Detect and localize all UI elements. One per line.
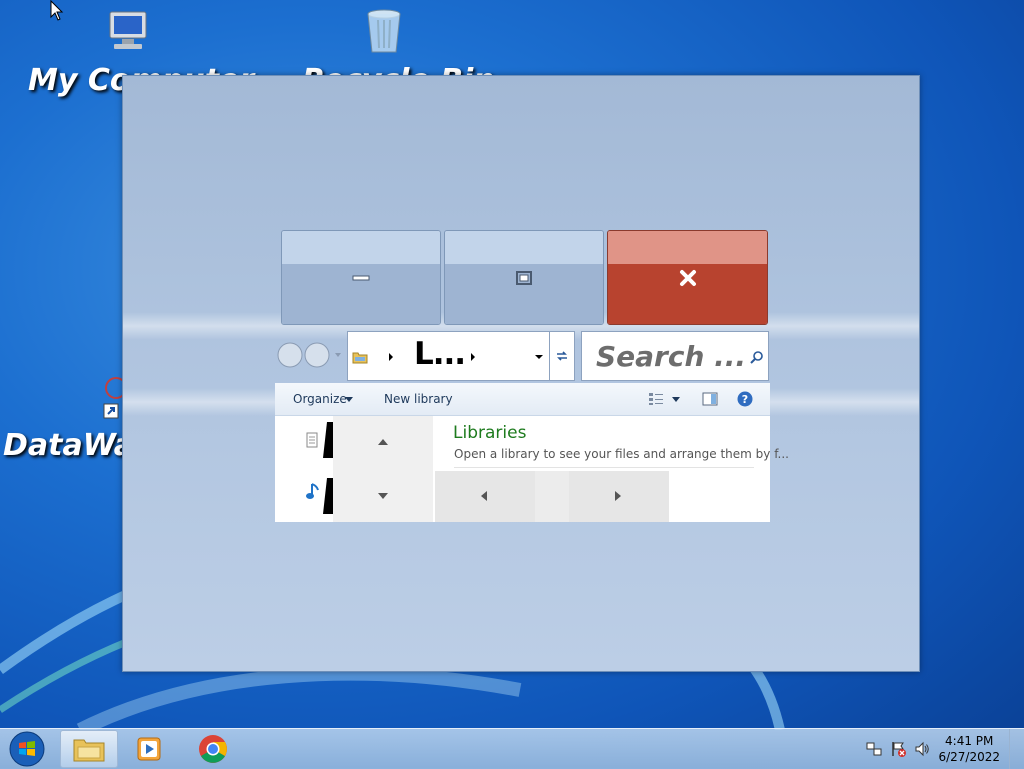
clock-date: 6/27/2022 [938,750,1000,764]
show-desktop-button[interactable] [1009,729,1024,769]
search-input[interactable]: Search ... [596,340,746,373]
forward-arrow-icon [304,342,330,368]
desktop-label-datawa: DataWa [3,428,135,463]
volume-tray-icon[interactable] [914,741,930,757]
chrome-icon [199,735,227,763]
recycle-bin-icon [367,9,401,53]
taskbar-explorer[interactable] [60,730,118,768]
computer-icon [109,11,147,49]
scroll-thumb[interactable] [535,471,569,522]
clock[interactable]: 4:41 PM 6/27/2022 [938,733,1000,765]
new-library-button[interactable]: New library [384,392,453,406]
explorer-window[interactable]: L... Search ... Organize New library ? L… [122,75,920,672]
address-dropdown-icon[interactable] [534,354,544,360]
preview-pane-icon[interactable] [702,392,718,406]
minimize-button[interactable] [281,230,441,325]
svg-text:?: ? [742,393,748,406]
content-pane: Libraries Open a library to see your fil… [275,416,789,522]
truncated-nav-item[interactable] [323,478,333,514]
taskbar-chrome[interactable] [192,730,234,768]
back-forward-buttons[interactable] [277,342,347,370]
command-toolbar: Organize New library ? [275,383,770,416]
music-library-icon [306,483,319,499]
truncated-nav-item[interactable] [323,422,333,458]
mouse-cursor-icon [50,0,64,21]
maximize-icon [516,270,532,285]
maximize-button[interactable] [444,230,604,325]
start-button[interactable] [4,730,50,768]
action-center-flag-icon[interactable] [891,741,907,757]
help-icon[interactable]: ? [737,391,753,407]
media-player-icon [137,737,161,761]
desktop-icon-recycle-bin[interactable] [362,6,406,56]
search-box[interactable]: Search ... [581,331,769,381]
breadcrumb-chevron-icon [471,353,475,361]
taskbar: 4:41 PM 6/27/2022 [0,728,1024,769]
address-bar[interactable]: L... [347,331,550,381]
libraries-heading: Libraries [453,423,527,443]
refresh-button[interactable] [550,331,575,381]
scroll-right-arrow-icon[interactable] [615,491,621,501]
refresh-icon [557,351,567,361]
libraries-folder-icon [352,352,368,364]
search-icon [750,351,763,364]
scroll-left-arrow-icon[interactable] [481,491,487,501]
close-button[interactable] [607,230,768,325]
back-arrow-icon [277,342,303,368]
horizontal-scrollbar[interactable] [435,471,669,522]
folder-icon [73,739,105,762]
change-view-icon[interactable] [648,392,664,406]
scroll-up-arrow-icon[interactable] [378,439,388,445]
minimize-icon [352,275,370,280]
documents-library-icon [306,432,318,448]
libraries-description: Open a library to see your files and arr… [454,447,789,461]
windows-start-icon [9,731,45,767]
heading-divider [454,467,754,468]
organize-dropdown-icon [345,397,353,402]
recent-pages-chevron-icon [335,353,341,357]
desktop-icon-my-computer[interactable] [102,8,152,56]
address-text: L... [414,336,466,372]
view-dropdown-icon[interactable] [672,397,680,402]
scroll-down-arrow-icon[interactable] [378,493,388,499]
breadcrumb-chevron-icon [389,353,393,361]
clock-time: 4:41 PM [945,734,994,748]
organize-button[interactable]: Organize [293,392,347,406]
network-tray-icon[interactable] [866,741,882,757]
close-icon [679,269,696,286]
taskbar-media-player[interactable] [128,730,170,768]
vertical-scrollbar[interactable] [333,416,433,522]
